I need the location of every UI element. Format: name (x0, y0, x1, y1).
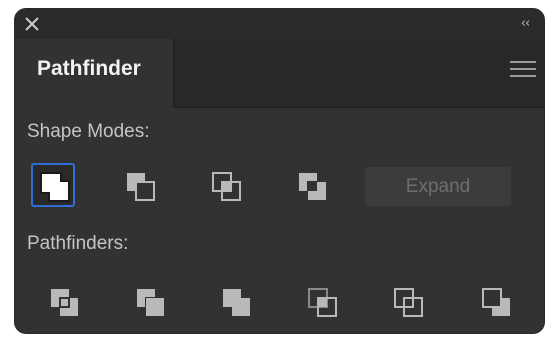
crop-icon (308, 288, 337, 317)
trim-button[interactable] (129, 281, 173, 325)
unite-button[interactable] (31, 163, 75, 207)
tab-pathfinder[interactable]: Pathfinder (15, 39, 174, 108)
minus-front-icon (127, 173, 155, 201)
intersect-icon (212, 172, 241, 201)
minus-back-icon (482, 288, 510, 316)
outline-button[interactable] (387, 281, 431, 325)
panel-titlebar: ‹‹ (15, 9, 544, 39)
merge-icon (223, 289, 250, 316)
expand-button[interactable]: Expand (365, 167, 511, 206)
minus-back-button[interactable] (475, 281, 519, 325)
intersect-button[interactable] (205, 165, 249, 209)
outline-icon (394, 288, 423, 317)
trim-icon (137, 289, 164, 316)
hamburger-menu-icon[interactable] (510, 61, 536, 83)
exclude-icon (299, 173, 326, 200)
merge-button[interactable] (215, 281, 259, 325)
tab-bar: Pathfinder (15, 39, 544, 108)
shape-modes-label: Shape Modes: (27, 121, 150, 142)
crop-button[interactable] (301, 281, 345, 325)
divide-button[interactable] (43, 281, 87, 325)
tab-label: Pathfinder (37, 57, 141, 80)
exclude-button[interactable] (291, 165, 335, 209)
pathfinders-label: Pathfinders: (27, 233, 129, 254)
unite-icon (40, 172, 70, 202)
collapse-panel-icon[interactable]: ‹‹ (514, 15, 536, 33)
divide-icon (51, 289, 78, 316)
close-icon[interactable] (23, 15, 41, 33)
pathfinder-panel: ‹‹ Pathfinder Shape Modes: Expand Pathfi… (14, 8, 545, 334)
minus-front-button[interactable] (119, 165, 163, 209)
